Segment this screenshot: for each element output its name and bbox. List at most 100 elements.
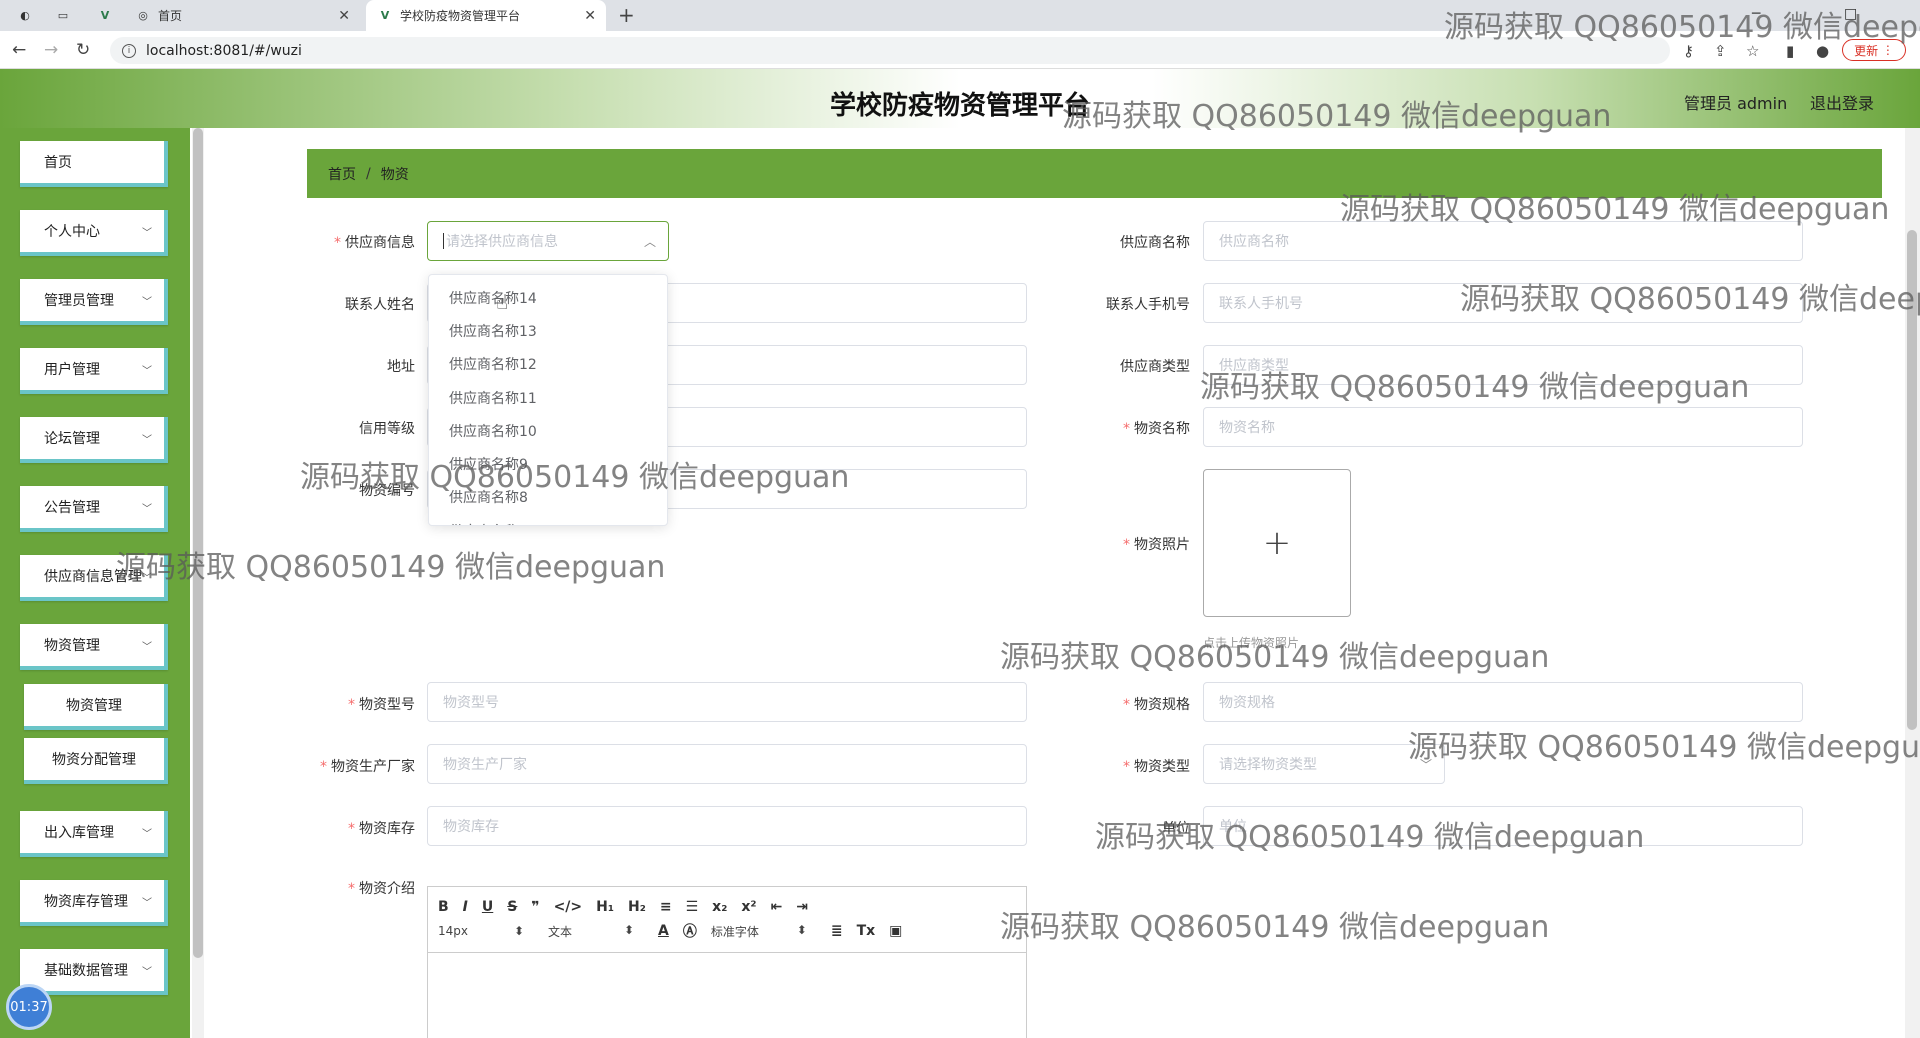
watermark: 源码获取 QQ86050149 微信deepguan bbox=[1000, 910, 1550, 945]
back-icon[interactable]: ← bbox=[12, 40, 26, 60]
page-title: 学校防疫物资管理平台 bbox=[829, 91, 1090, 121]
editor-toolbar: B I U S ❞ </> H₁ H₂ ≡ ☰ x₂ x² ⇤ ⇥ 14px ⬍ … bbox=[428, 887, 1026, 953]
blank-tab[interactable]: ▭ bbox=[56, 0, 78, 31]
font-size-select[interactable]: 14px ⬍ bbox=[438, 924, 524, 938]
wuzi-model-input[interactable]: 物资型号 bbox=[427, 682, 1027, 722]
contact-phone-input[interactable]: 联系人手机号 bbox=[1203, 283, 1803, 323]
strike-icon[interactable]: S bbox=[507, 899, 517, 915]
new-tab-icon[interactable]: + bbox=[618, 3, 635, 27]
dropdown-option[interactable]: 供应商名称9 bbox=[429, 447, 667, 480]
sidebar-item-stock[interactable]: 物资库存管理 ﹀ bbox=[20, 880, 168, 926]
plus-icon: + bbox=[1262, 523, 1292, 563]
forward-icon[interactable]: → bbox=[44, 40, 58, 60]
superscript-icon[interactable]: x² bbox=[741, 899, 756, 915]
chevron-down-icon: ﹀ bbox=[142, 641, 152, 653]
sidebar-item-admins[interactable]: 管理员管理 ﹀ bbox=[20, 279, 168, 325]
indent-icon[interactable]: ⇥ bbox=[796, 899, 808, 915]
url-input[interactable]: i localhost:8081/#/wuzi bbox=[110, 37, 1670, 64]
clear-format-icon[interactable]: Tx bbox=[857, 923, 876, 939]
dropdown-option[interactable]: 供应商名称10 bbox=[429, 414, 667, 447]
update-button[interactable]: 更新 ⋮ bbox=[1842, 39, 1906, 61]
address-bar: ← → ↻ i localhost:8081/#/wuzi ⚷ ⇪ ☆ ▮ ● … bbox=[0, 31, 1920, 69]
heading1-icon[interactable]: H₁ bbox=[596, 899, 614, 915]
supplier-name-input[interactable]: 供应商名称 bbox=[1203, 221, 1803, 261]
align-icon[interactable]: ≣ bbox=[831, 923, 843, 939]
photo-upload-button[interactable]: + bbox=[1203, 469, 1351, 617]
browser-menu-icon[interactable]: ◐ bbox=[18, 0, 40, 31]
dropdown-option[interactable]: 供应商名称14 bbox=[429, 281, 667, 314]
globe-icon: ◎ bbox=[138, 9, 148, 22]
sidebar-item-profile[interactable]: 个人中心 ﹀ bbox=[20, 210, 168, 256]
breadcrumb-home[interactable]: 首页 bbox=[328, 164, 356, 184]
wuzi-photo-label: * 物资照片 bbox=[1123, 537, 1190, 553]
sidebar-scroll-thumb[interactable] bbox=[193, 128, 203, 958]
sidebar-item-users[interactable]: 用户管理 ﹀ bbox=[20, 348, 168, 394]
logout-button[interactable]: 退出登录 bbox=[1810, 90, 1874, 114]
dropdown-option[interactable]: 供应商名称12 bbox=[429, 348, 667, 381]
key-icon[interactable]: ⚷ bbox=[1683, 42, 1694, 60]
wuzi-name-input[interactable]: 物资名称 bbox=[1203, 407, 1803, 447]
bullet-list-icon[interactable]: ☰ bbox=[686, 899, 699, 915]
chevron-down-icon: ﹀ bbox=[142, 828, 152, 840]
subscript-icon[interactable]: x₂ bbox=[712, 899, 727, 915]
sidepanel-icon[interactable]: ▮ bbox=[1786, 42, 1794, 60]
vue-tab[interactable]: V bbox=[98, 0, 120, 31]
url-text: localhost:8081/#/wuzi bbox=[146, 42, 302, 59]
unit-input[interactable]: 单位 bbox=[1203, 806, 1803, 846]
close-icon[interactable]: ✕ bbox=[338, 8, 350, 24]
maximize-icon[interactable]: □ bbox=[1844, 6, 1857, 22]
app-header: 学校防疫物资管理平台 管理员 admin 退出登录 bbox=[0, 69, 1920, 128]
star-icon[interactable]: ☆ bbox=[1746, 42, 1759, 60]
profile-icon[interactable]: ● bbox=[1816, 42, 1829, 60]
main-scroll-thumb[interactable] bbox=[1907, 230, 1917, 730]
tab-home[interactable]: ◎ 首页 ✕ bbox=[136, 0, 360, 31]
sidebar-subitem-wuzi[interactable]: 物资管理 bbox=[24, 684, 168, 730]
dropdown-option[interactable]: 供应商名称13 bbox=[429, 314, 667, 347]
sidebar-item-supplier[interactable]: 供应商信息管理 ﹀ bbox=[20, 555, 168, 601]
sidebar-subitem-allocation[interactable]: 物资分配管理 bbox=[24, 738, 168, 784]
wuzi-type-select[interactable]: 请选择物资类型 ﹀ bbox=[1203, 744, 1445, 784]
close-icon[interactable]: ✕ bbox=[584, 8, 596, 24]
supplier-type-input[interactable]: 供应商类型 bbox=[1203, 345, 1803, 385]
sidebar-item-home[interactable]: 首页 bbox=[20, 141, 168, 187]
code-icon[interactable]: </> bbox=[554, 899, 583, 915]
sidebar-item-inout[interactable]: 出入库管理 ﹀ bbox=[20, 811, 168, 857]
minimize-icon[interactable]: ─ bbox=[1752, 6, 1760, 22]
outdent-icon[interactable]: ⇤ bbox=[771, 899, 783, 915]
image-icon[interactable]: ▣ bbox=[889, 923, 902, 939]
supplier-info-label: * 供应商信息 bbox=[334, 235, 415, 251]
vue-icon: V bbox=[380, 9, 390, 22]
info-icon[interactable]: i bbox=[122, 43, 136, 58]
ordered-list-icon[interactable]: ≡ bbox=[660, 899, 672, 915]
sidebar-item-wuzi[interactable]: 物资管理 ﹀ bbox=[20, 624, 168, 670]
reload-icon[interactable]: ↻ bbox=[76, 40, 90, 60]
font-family-select[interactable]: 标准字体 ⬍ bbox=[711, 923, 807, 940]
sidebar-item-notice[interactable]: 公告管理 ﹀ bbox=[20, 486, 168, 532]
wuzi-factory-input[interactable]: 物资生产厂家 bbox=[427, 744, 1027, 784]
font-color-icon[interactable]: A bbox=[658, 923, 669, 939]
dropdown-option[interactable]: 供应商名称11 bbox=[429, 381, 667, 414]
underline-icon[interactable]: U bbox=[482, 899, 493, 915]
heading2-icon[interactable]: H₂ bbox=[628, 899, 646, 915]
quote-icon[interactable]: ❞ bbox=[531, 899, 539, 915]
italic-icon[interactable]: I bbox=[463, 899, 468, 915]
bold-icon[interactable]: B bbox=[438, 899, 449, 915]
sidebar-item-forum[interactable]: 论坛管理 ﹀ bbox=[20, 417, 168, 463]
supplier-dropdown: 供应商名称14 供应商名称13 供应商名称12 供应商名称11 供应商名称10 … bbox=[428, 274, 668, 526]
share-icon[interactable]: ⇪ bbox=[1714, 42, 1727, 60]
wuzi-model-label: * 物资型号 bbox=[348, 697, 415, 713]
text-style-select[interactable]: 文本 ⬍ bbox=[548, 923, 634, 940]
contact-name-label: 联系人姓名 bbox=[345, 297, 415, 313]
wuzi-spec-input[interactable]: 物资规格 bbox=[1203, 682, 1803, 722]
chevron-down-icon: ﹀ bbox=[142, 434, 152, 446]
tab-app[interactable]: V 学校防疫物资管理平台 ✕ bbox=[366, 0, 606, 31]
background-color-icon[interactable]: Ⓐ bbox=[683, 921, 697, 941]
watermark: 源码获取 QQ86050149 微信deepguan bbox=[1408, 730, 1920, 765]
hand-cursor-icon: ☝ bbox=[496, 290, 509, 314]
wuzi-stock-input[interactable]: 物资库存 bbox=[427, 806, 1027, 846]
rich-text-editor[interactable]: B I U S ❞ </> H₁ H₂ ≡ ☰ x₂ x² ⇤ ⇥ 14px ⬍ … bbox=[427, 886, 1027, 1038]
tab-home-label: 首页 bbox=[158, 9, 183, 23]
supplier-info-select[interactable]: 请选择供应商信息 ︿ bbox=[427, 221, 669, 261]
dropdown-option[interactable]: 供应商名称7 bbox=[429, 514, 667, 525]
dropdown-option[interactable]: 供应商名称8 bbox=[429, 481, 667, 514]
